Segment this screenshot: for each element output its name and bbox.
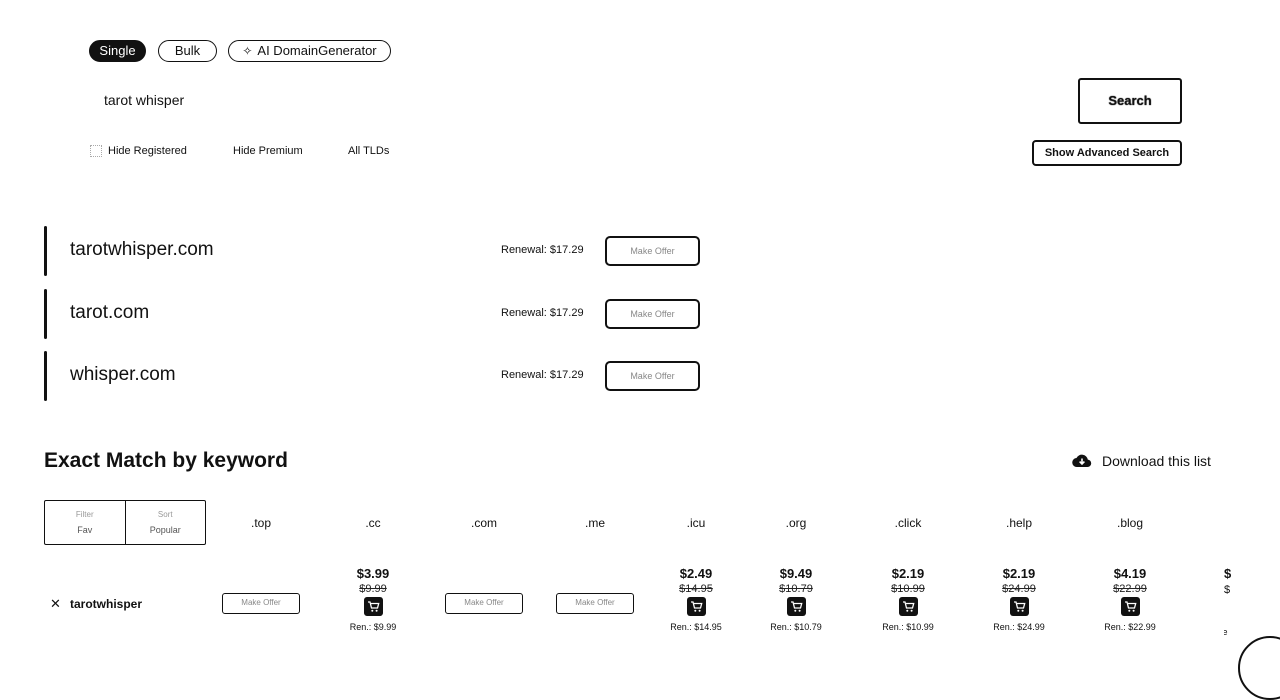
tld-header-click[interactable]: .click [895, 516, 922, 530]
tld-header-top[interactable]: .top [251, 516, 271, 530]
original-price: $14.95 [679, 583, 713, 595]
tld-header-org[interactable]: .org [786, 516, 807, 530]
search-button[interactable]: Search [1078, 78, 1182, 124]
tab-fav-sub: Filter [75, 510, 94, 519]
mode-ai-generator-label: AI DomainGenerator [257, 43, 377, 58]
domain-result-row: whisper.com Renewal: $17.29 Make Offer [44, 351, 744, 401]
mode-single-tab[interactable]: Single [89, 40, 146, 62]
checkbox[interactable] [215, 145, 227, 157]
download-list-button[interactable]: Download this list [1072, 453, 1211, 469]
hide-registered-toggle[interactable]: Hide Registered [90, 145, 187, 157]
add-to-cart-button[interactable] [1009, 597, 1029, 616]
section-title: Exact Match by keyword [44, 449, 288, 472]
checkbox[interactable] [90, 145, 102, 157]
sale-price: $2.19 [1002, 566, 1036, 581]
tab-popular-sub: Sort [157, 510, 173, 519]
cart-icon [1124, 601, 1137, 612]
hide-premium-toggle[interactable]: Hide Premium [215, 145, 303, 157]
sale-price: $9.49 [779, 566, 813, 581]
cart-icon [902, 601, 915, 612]
make-offer-button[interactable]: Make Offer [605, 361, 700, 391]
renewal-price: Renewal: $17.29 [501, 244, 584, 256]
renewal-price: Ren.: $22.99 [1104, 622, 1156, 632]
renewal-price: Ren.: $24.99 [993, 622, 1045, 632]
mode-ai-generator-tab[interactable]: ✧ AI DomainGenerator [228, 40, 391, 62]
cloud-download-icon [1072, 454, 1092, 468]
renewal-price: Ren.: $9.99 [349, 622, 397, 632]
domain-result-row: tarot.com Renewal: $17.29 Make Offer [44, 289, 744, 339]
advanced-search-button[interactable]: Show Advanced Search [1032, 140, 1182, 166]
mode-bulk-tab[interactable]: Bulk [158, 40, 217, 62]
sale-price: $3.99 [356, 566, 390, 581]
tab-popular[interactable]: Sort Popular [124, 501, 206, 544]
original-price: $10.79 [779, 583, 813, 595]
add-to-cart-button[interactable] [363, 597, 383, 616]
renewal-price: Re [1224, 627, 1228, 637]
add-to-cart-button[interactable] [786, 597, 806, 616]
tld-header-blog[interactable]: .blog [1117, 516, 1143, 530]
make-offer-button[interactable]: Make Offer [556, 593, 634, 614]
original-price: $22.99 [1113, 583, 1147, 595]
search-input[interactable]: tarot whisper [104, 92, 184, 108]
domain-name[interactable]: whisper.com [70, 364, 176, 386]
checkbox[interactable] [330, 145, 342, 157]
original-price: $ [1224, 584, 1231, 596]
row-accent-bar [44, 289, 47, 339]
add-to-cart-button[interactable] [1120, 597, 1140, 616]
tab-popular-label: Popular [149, 525, 181, 535]
cart-icon [690, 601, 703, 612]
cart-icon [1013, 601, 1026, 612]
keyword-label: tarotwhisper [70, 597, 143, 611]
original-price: $10.99 [891, 583, 925, 595]
tld-header-icu[interactable]: .icu [687, 516, 706, 530]
sale-price: $2.49 [679, 566, 713, 581]
sale-price: $ [1224, 566, 1232, 581]
hide-registered-label: Hide Registered [108, 145, 187, 157]
price-cell: $4.19 $22.99 Ren.: $22.99 [1090, 566, 1170, 632]
price-cell: $2.19 $24.99 Ren.: $24.99 [979, 566, 1059, 632]
renewal-price: Ren.: $10.79 [770, 622, 822, 632]
domain-name[interactable]: tarotwhisper.com [70, 239, 214, 261]
make-offer-button[interactable]: Make Offer [222, 593, 300, 614]
original-price: $9.99 [359, 583, 387, 595]
tld-header-me[interactable]: .me [585, 516, 605, 530]
renewal-price: Ren.: $10.99 [882, 622, 934, 632]
sale-price: $4.19 [1113, 566, 1147, 581]
sale-price: $2.19 [891, 566, 925, 581]
make-offer-button[interactable]: Make Offer [605, 236, 700, 266]
row-accent-bar [44, 226, 47, 276]
add-to-cart-button[interactable] [686, 597, 706, 616]
sparkle-icon: ✧ [242, 44, 253, 58]
row-accent-bar [44, 351, 47, 401]
make-offer-button[interactable]: Make Offer [605, 299, 700, 329]
renewal-price: Ren.: $14.95 [670, 622, 722, 632]
tab-fav[interactable]: Filter Fav [45, 501, 125, 544]
tab-fav-label: Fav [77, 525, 93, 535]
list-filter-tabs: Filter Fav Sort Popular [44, 500, 206, 545]
domain-name[interactable]: tarot.com [70, 302, 149, 324]
original-price: $24.99 [1002, 583, 1036, 595]
renewal-price: Renewal: $17.29 [501, 307, 584, 319]
tld-header-com[interactable]: .com [471, 516, 497, 530]
all-tlds-toggle[interactable]: All TLDs [330, 145, 389, 157]
price-cell: $3.99 $9.99 Ren.: $9.99 [333, 566, 413, 632]
cart-icon [367, 601, 380, 612]
renewal-price: Renewal: $17.29 [501, 369, 584, 381]
price-cell: $2.49 $14.95 Ren.: $14.95 [656, 566, 736, 632]
tld-header-cc[interactable]: .cc [365, 516, 380, 530]
clipped-price-cell: $ $ Re [1224, 566, 1280, 646]
make-offer-button[interactable]: Make Offer [445, 593, 523, 614]
price-cell: $9.49 $10.79 Ren.: $10.79 [756, 566, 836, 632]
tld-header-help[interactable]: .help [1006, 516, 1032, 530]
cart-icon [790, 601, 803, 612]
price-cell: $2.19 $10.99 Ren.: $10.99 [868, 566, 948, 632]
close-icon[interactable]: ✕ [50, 596, 61, 612]
domain-result-row: tarotwhisper.com Renewal: $17.29 Make Of… [44, 226, 744, 276]
add-to-cart-button[interactable] [898, 597, 918, 616]
hide-premium-label: Hide Premium [233, 145, 303, 157]
download-list-label: Download this list [1102, 453, 1211, 469]
all-tlds-label: All TLDs [348, 145, 390, 157]
